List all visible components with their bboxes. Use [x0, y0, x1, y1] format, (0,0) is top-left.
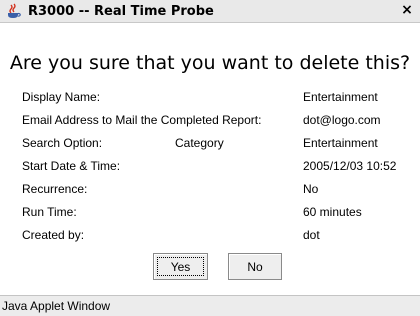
- field-value: No: [303, 182, 319, 196]
- field-row-start-date: Start Date & Time: 2005/12/03 10:52: [0, 159, 420, 175]
- field-value: 60 minutes: [303, 205, 362, 219]
- field-label: Created by:: [22, 228, 85, 242]
- field-label: Search Option:: [22, 136, 103, 150]
- window-title: R3000 -- Real Time Probe: [28, 4, 214, 19]
- status-text: Java Applet Window: [2, 299, 111, 313]
- title-bar[interactable]: R3000 -- Real Time Probe ×: [0, 0, 420, 23]
- field-row-created-by: Created by: dot: [0, 228, 420, 244]
- no-button[interactable]: No: [228, 253, 282, 280]
- field-label: Display Name:: [22, 90, 101, 104]
- field-label: Start Date & Time:: [22, 159, 121, 173]
- focus-ring: [157, 257, 204, 276]
- field-value: dot@logo.com: [303, 113, 381, 127]
- close-button[interactable]: ×: [398, 2, 416, 19]
- applet-window: R3000 -- Real Time Probe × Are you sure …: [0, 0, 420, 316]
- field-value: 2005/12/03 10:52: [303, 159, 397, 173]
- field-value: dot: [303, 228, 320, 242]
- no-button-label: No: [247, 260, 263, 274]
- field-value: Entertainment: [303, 90, 378, 104]
- field-row-email: Email Address to Mail the Completed Repo…: [0, 113, 420, 129]
- field-label: Email Address to Mail the Completed Repo…: [22, 113, 262, 127]
- field-middle: Category: [175, 136, 224, 150]
- field-row-run-time: Run Time: 60 minutes: [0, 205, 420, 221]
- field-label: Recurrence:: [22, 182, 88, 196]
- field-row-search-option: Search Option: Category Entertainment: [0, 136, 420, 152]
- yes-button[interactable]: Yes: [153, 253, 208, 280]
- field-row-recurrence: Recurrence: No: [0, 182, 420, 198]
- java-cup-icon: [8, 3, 21, 18]
- field-value: Entertainment: [303, 136, 378, 150]
- status-bar: Java Applet Window: [0, 295, 420, 316]
- field-label: Run Time:: [22, 205, 77, 219]
- confirm-heading: Are you sure that you want to delete thi…: [9, 52, 411, 74]
- field-row-display-name: Display Name: Entertainment: [0, 90, 420, 106]
